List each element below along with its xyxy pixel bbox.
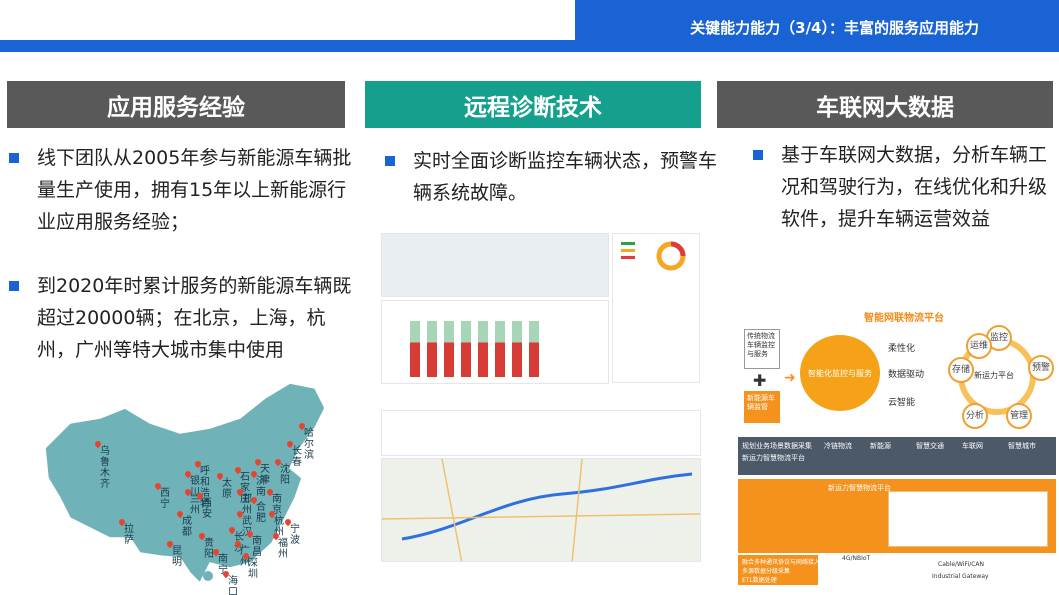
city-label: 合肥 [256, 502, 266, 524]
center-circle: 智能化监控与服务 [800, 335, 880, 411]
heading-remote-diagnosis: 远程诊断技术 [365, 81, 701, 128]
city-label: 太原 [222, 478, 232, 500]
arch-label-cable: Cable/WiFi/CAN [938, 561, 985, 568]
city-label: 沈阳 [280, 464, 290, 486]
arch-tab: 新能源 [870, 442, 891, 450]
arch-bottom-item: 多源数据分级采集 [742, 568, 791, 575]
bullet-text: 基于车联网大数据，分析车辆工况和驾驶行为，在线优化和升级软件，提升车辆运营效益 [781, 144, 1048, 230]
ring-node: 预警 [1028, 355, 1054, 381]
center-label: 智能化监控与服务 [808, 368, 872, 378]
bullet-diagnosis: 实时全面诊断监控车辆状态，预警车辆系统故障。 [385, 145, 729, 209]
architecture-diagram: 冷链物流 新能源 智慧交通 车联网 智慧城市 规划业务场景数据采集 新运力智慧物流平台 … [738, 437, 1056, 585]
bullet-text: 线下团队从2005年参与新能源车辆批量生产使用，拥有15年以上新能源行业应用服务… [37, 147, 352, 233]
route-map-svg [382, 459, 700, 561]
ring-node: 分析 [962, 403, 988, 429]
city-label: 深圳 [248, 558, 258, 580]
diagram-title: 智能网联物流平台 [864, 313, 944, 324]
arch-tab: 冷链物流 [824, 442, 852, 450]
arch-tab: 智慧城市 [1008, 442, 1036, 450]
city-label: 长春 [292, 446, 302, 468]
bullet-square-icon [385, 156, 395, 166]
top-bar: 关键能力能力（3/4）：丰富的服务应用能力 [0, 0, 1059, 52]
ring-node: 管理 [1006, 403, 1032, 429]
chart-bar [495, 321, 505, 377]
city-label: 海口 [228, 576, 238, 595]
city-label: 哈尔滨 [304, 428, 314, 461]
city-label: 南昌 [252, 536, 262, 558]
bullet-scale: 到2020年时累计服务的新能源车辆既超过20000辆；在北京，上海，杭州，广州等… [9, 270, 363, 366]
china-map: 哈尔滨 长春 沈阳 乌鲁木齐 呼和浩特 银川 兰州 西宁 成都 拉萨 昆明 太原 石家庄 郑州 西安 济南 南京… [40, 378, 360, 595]
city-label: 乌鲁木齐 [100, 446, 110, 490]
ring-node: 运维 [966, 333, 992, 359]
arch-tab: 智慧交通 [916, 442, 944, 450]
slide-title: 关键能力能力（3/4）：丰富的服务应用能力 [690, 19, 979, 37]
chart-bar [427, 321, 437, 377]
bar-chart-screenshot [381, 300, 609, 384]
ring-center-label: 新运力平台 [974, 371, 1014, 380]
chart-bar [461, 321, 471, 377]
route-map-screenshot [381, 458, 701, 562]
arch-inner [888, 491, 1048, 547]
ring-node: 存储 [948, 357, 974, 383]
label-cloud: 云智能 [888, 398, 916, 408]
city-label: 西安 [202, 498, 212, 520]
bullet-square-icon [9, 281, 19, 291]
arch-bottom-item: 融合多种通讯协议与网络接入方式 [742, 559, 833, 566]
heading-service-experience: 应用服务经验 [7, 81, 345, 128]
diagram-left-top: 传统物流车辆监控与服务 [744, 329, 780, 369]
platform-diagram: 智能网联物流平台 传统物流车辆监控与服务 ✚ 新能源车辆监管 ➜ 智能化监控与服… [738, 307, 1056, 431]
chart-bar [512, 321, 522, 377]
arch-platform-title: 新运力智慧物流平台 [828, 484, 891, 492]
plus-icon: ✚ [753, 371, 767, 390]
chart-bar [478, 321, 488, 377]
donut-chart-icon [621, 241, 686, 271]
city-label: 西宁 [160, 488, 170, 510]
map-screenshot [381, 233, 609, 297]
city-label: 成都 [182, 516, 192, 538]
city-label: 昆明 [172, 546, 182, 568]
arch-label-gateway: Industrial Gateway [932, 573, 989, 580]
diagram-left-bottom: 新能源车辆监管 [744, 391, 780, 423]
city-label: 拉萨 [124, 524, 134, 546]
chart-bar [444, 321, 454, 377]
chart-bar [410, 321, 420, 377]
title-box: 关键能力能力（3/4）：丰富的服务应用能力 [575, 0, 1059, 52]
bullet-square-icon [9, 153, 19, 163]
donut-stats-screenshot [612, 233, 700, 383]
city-label: 宁波 [290, 524, 300, 546]
bullet-text: 到2020年时累计服务的新能源车辆既超过20000辆；在北京，上海，杭州，广州等… [37, 275, 352, 361]
city-label: 天津 [260, 464, 270, 486]
bullet-bigdata: 基于车联网大数据，分析车辆工况和驾驶行为，在线优化和升级软件，提升车辆运营效益 [753, 139, 1053, 235]
heading-big-data: 车联网大数据 [717, 81, 1053, 128]
bullet-square-icon [753, 150, 763, 160]
arrow-right-icon: ➜ [784, 370, 796, 386]
label-data-driven: 数据驱动 [888, 370, 925, 380]
table-screenshot [381, 410, 701, 456]
chart-bar [529, 321, 539, 377]
label-flexible: 柔性化 [888, 344, 916, 354]
city-label: 福州 [278, 538, 288, 560]
arch-bottom-item: ETL数据处理 [742, 577, 777, 584]
arch-tab: 车联网 [962, 442, 983, 450]
arch-left-item-2: 新运力智慧物流平台 [742, 454, 805, 462]
bullet-experience: 线下团队从2005年参与新能源车辆批量生产使用，拥有15年以上新能源行业应用服务… [9, 142, 363, 238]
arch-left-item-1: 规划业务场景数据采集 [742, 442, 812, 450]
bullet-text: 实时全面诊断监控车辆状态，预警车辆系统故障。 [413, 150, 718, 204]
arch-label-4g: 4G/NBIoT [842, 555, 871, 562]
